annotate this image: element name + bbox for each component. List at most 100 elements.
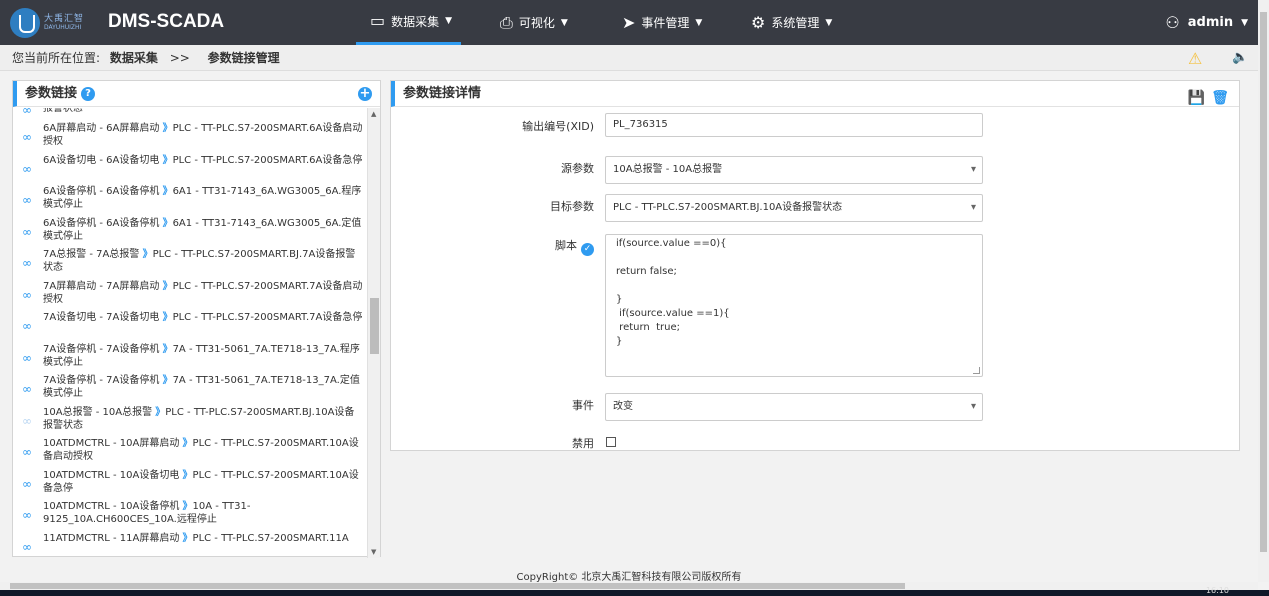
link-detail-panel: 参数链接详情 💾 🗑 输出编号(XID) PL_736315 源参数 10A总报… [390, 80, 1240, 451]
target-label: 目标参数 [550, 200, 594, 213]
help-icon[interactable]: ? [81, 87, 96, 101]
list-item-text: 6A屏幕启动 - 6A屏幕启动 》PLC - TT-PLC.S7-200SMAR… [43, 123, 363, 147]
company-logo: 大禹汇智 DAYUHUIZHI [10, 8, 90, 38]
panel-title-text: 参数链接详情 [403, 86, 482, 101]
link-icon: ∞ [22, 382, 32, 396]
list-item-text: 10ATDMCTRL - 10A屏幕启动 》PLC - TT-PLC.S7-20… [43, 438, 359, 462]
chevron-down-icon: ▼ [825, 17, 833, 28]
link-icon: ∞ [22, 224, 32, 239]
user-menu[interactable]: ⚇ admin ▼ [1165, 0, 1248, 45]
breadcrumb-separator: >> [169, 51, 190, 65]
trash-icon[interactable]: 🗑 [1211, 86, 1229, 111]
nav-label: 系统管理 [771, 16, 820, 30]
script-label-text: 脚本 [555, 239, 577, 252]
speaker-icon[interactable]: 🔈 [1232, 50, 1248, 65]
link-list-panel: 参数链接? + ∞ 报警状态 ∞ 6A屏幕启动 - 6A屏幕启动 》PLC - TT-… [12, 80, 381, 558]
list-item[interactable]: ∞ 6A屏幕启动 - 6A屏幕启动 》PLC - TT-PLC.S7-200SMA… [13, 122, 367, 154]
link-icon: ∞ [22, 508, 32, 522]
nav-label: 事件管理 [641, 16, 690, 30]
list-item-text: 7A设备停机 - 7A设备停机 》7A - TT31-5061_7A.TE718… [43, 343, 360, 368]
list-item-text: 10ATDMCTRL - 10A设备切电 》PLC - TT-PLC.S7-20… [43, 469, 359, 494]
top-navbar: 大禹汇智 DAYUHUIZHI DMS-SCADA ▭ 数据采集 ▼ ⎙ 可视化… [0, 0, 1258, 45]
link-icon: ∞ [22, 287, 32, 302]
breadcrumb-prefix: 您当前所在位置: [12, 51, 101, 65]
page-scrollbar[interactable] [1258, 0, 1269, 582]
script-textarea[interactable]: if(source.value ==0){ return false; } if… [605, 234, 983, 377]
add-icon[interactable]: + [358, 87, 372, 101]
list-item-text: 7A屏幕启动 - 7A屏幕启动 》PLC - TT-PLC.S7-200SMAR… [43, 280, 363, 305]
link-icon: ∞ [22, 130, 32, 144]
warning-icon[interactable]: ⚠ [1188, 49, 1202, 68]
username: admin [1187, 15, 1234, 30]
target-select[interactable]: PLC - TT-PLC.S7-200SMART.BJ.10A设备报警状态 [605, 194, 983, 222]
scrollbar-thumb[interactable] [370, 298, 379, 354]
xid-input[interactable]: PL_736315 [605, 113, 983, 137]
panel-title-text: 参数链接 [25, 86, 78, 101]
breadcrumb: 您当前所在位置: 数据采集 >> 参数链接管理 [0, 45, 1258, 71]
scroll-down-icon[interactable]: ▼ [371, 548, 376, 556]
nav-label: 数据采集 [391, 14, 440, 29]
link-icon: ∞ [22, 350, 32, 365]
check-circle-icon: ✓ [581, 243, 594, 256]
list-item[interactable]: ∞ 报警状态 [13, 108, 367, 122]
list-item[interactable]: ∞ 10A总报警 - 10A总报警 》PLC - TT-PLC.S7-200SMA… [13, 406, 367, 438]
link-icon: ∞ [22, 539, 32, 554]
nav-data-acquisition[interactable]: ▭ 数据采集 ▼ [356, 0, 461, 45]
list-item[interactable]: ∞ 11ATDMCTRL - 11A屏幕启动 》PLC - TT-PLC.S7-2… [13, 532, 367, 558]
list-item[interactable]: ∞ 6A设备停机 - 6A设备停机 》6A1 - TT31-7143_6A.WG3… [13, 217, 367, 249]
page-hscrollbar-thumb[interactable] [10, 583, 905, 589]
event-select[interactable]: 改变 [605, 393, 983, 421]
disabled-checkbox[interactable] [606, 437, 616, 447]
source-select[interactable]: 10A总报警 - 10A总报警 [605, 156, 983, 184]
disabled-label: 禁用 [572, 437, 594, 450]
list-item-text: 10ATDMCTRL - 10A设备停机 》10A - TT31-9125_10… [43, 501, 251, 525]
chevron-down-icon: ▼ [560, 17, 568, 28]
list-item[interactable]: ∞ 7A设备停机 - 7A设备停机 》7A - TT31-5061_7A.TE71… [13, 374, 367, 406]
link-icon: ∞ [22, 445, 32, 459]
list-item-text: 7A设备切电 - 7A设备切电 》PLC - TT-PLC.S7-200SMAR… [43, 312, 363, 323]
list-item-text: 10A总报警 - 10A总报警 》PLC - TT-PLC.S7-200SMAR… [43, 406, 355, 431]
save-icon[interactable]: 💾 [1188, 86, 1205, 111]
list-item[interactable]: ∞ 10ATDMCTRL - 10A设备切电 》PLC - TT-PLC.S7-2… [13, 469, 367, 501]
panel-title: 参数链接详情 💾 🗑 [391, 81, 1239, 107]
os-taskbar: 16:10 [0, 586, 1269, 596]
list-item-text: 11ATDMCTRL - 11A屏幕启动 》PLC - TT-PLC.S7-20… [43, 532, 349, 544]
logo-text-en: DAYUHUIZHI [44, 24, 82, 31]
nav-visualization[interactable]: ⎙ 可视化 ▼ [500, 0, 568, 45]
page-hscrollbar[interactable] [0, 582, 1258, 590]
monitor-icon: ▭ [370, 11, 386, 30]
link-icon: ∞ [22, 319, 32, 333]
list-item[interactable]: ∞ 10ATDMCTRL - 10A设备停机 》10A - TT31-9125_1… [13, 500, 367, 532]
list-item-text: 报警状态 [43, 108, 83, 114]
link-icon: ∞ [22, 193, 32, 207]
list-item[interactable]: ∞ 10ATDMCTRL - 10A屏幕启动 》PLC - TT-PLC.S7-2… [13, 437, 367, 469]
list-item[interactable]: ∞ 6A设备停机 - 6A设备停机 》6A1 - TT31-7143_6A.WG3… [13, 185, 367, 217]
list-item[interactable]: ∞ 6A设备切电 - 6A设备切电 》PLC - TT-PLC.S7-200SMA… [13, 154, 367, 186]
nav-event-management[interactable]: ➤ 事件管理 ▼ [622, 0, 702, 45]
chevron-down-icon: ▼ [445, 16, 453, 26]
logo-mark-icon [10, 8, 40, 38]
page-scrollbar-thumb[interactable] [1260, 12, 1267, 552]
script-label: 脚本 ✓ [555, 237, 594, 256]
list-item[interactable]: ∞ 7A设备停机 - 7A设备停机 》7A - TT31-5061_7A.TE71… [13, 343, 367, 375]
list-item-text: 6A设备停机 - 6A设备停机 》6A1 - TT31-7143_6A.WG30… [43, 186, 362, 210]
gear-icon: ⚙ [751, 12, 766, 32]
chevron-down-icon: ▼ [1241, 17, 1248, 28]
user-icon: ⚇ [1165, 12, 1180, 32]
nav-system-management[interactable]: ⚙ 系统管理 ▼ [751, 0, 832, 45]
breadcrumb-level1[interactable]: 数据采集 [110, 51, 158, 65]
list-scrollbar[interactable]: ▲ ▼ [367, 108, 380, 558]
list-item[interactable]: ∞ 7A设备切电 - 7A设备切电 》PLC - TT-PLC.S7-200SMA… [13, 311, 367, 343]
camera-icon: ⎙ [500, 12, 513, 32]
link-icon: ∞ [22, 413, 32, 428]
source-label: 源参数 [561, 162, 594, 175]
scroll-up-icon[interactable]: ▲ [371, 110, 376, 118]
xid-label: 输出编号(XID) [522, 120, 594, 133]
list-item-text: 7A总报警 - 7A总报警 》PLC - TT-PLC.S7-200SMART.… [43, 249, 356, 273]
event-label: 事件 [572, 399, 594, 412]
list-item-text: 7A设备停机 - 7A设备停机 》7A - TT31-5061_7A.TE718… [43, 375, 360, 399]
list-item-text: 6A设备切电 - 6A设备切电 》PLC - TT-PLC.S7-200SMAR… [43, 154, 363, 166]
list-item[interactable]: ∞ 7A屏幕启动 - 7A屏幕启动 》PLC - TT-PLC.S7-200SMA… [13, 280, 367, 312]
list-item[interactable]: ∞ 7A总报警 - 7A总报警 》PLC - TT-PLC.S7-200SMART… [13, 248, 367, 280]
chevron-down-icon: ▼ [695, 17, 703, 28]
